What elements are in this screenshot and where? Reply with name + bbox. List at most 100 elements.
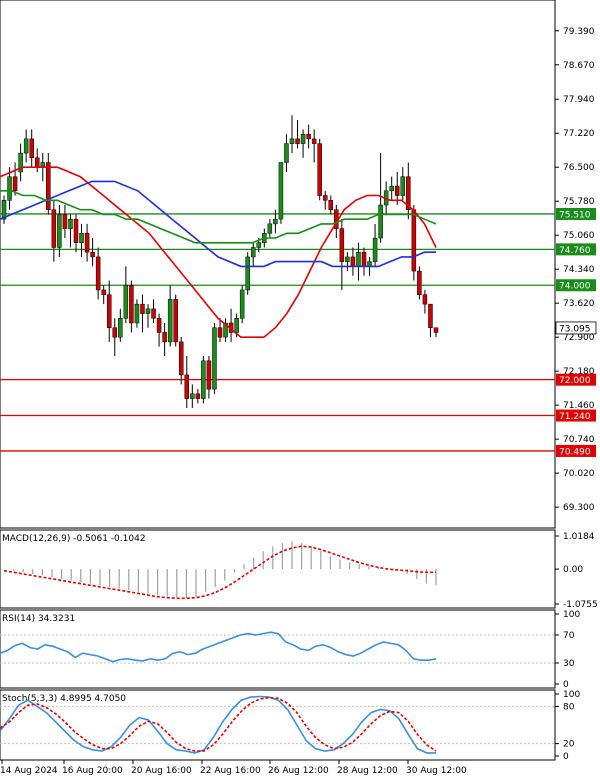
candle-body xyxy=(278,162,284,220)
pane-frame-rsi xyxy=(0,609,556,689)
candle-body xyxy=(250,247,256,258)
y-tick-label: 69.300 xyxy=(563,503,595,513)
macd-tick-label: -1.0755 xyxy=(563,600,598,610)
candle-body xyxy=(123,284,129,319)
candle-body xyxy=(433,327,439,333)
candle-body xyxy=(284,143,289,163)
candle-body xyxy=(234,318,239,333)
x-tick-label: 30 Aug 12:00 xyxy=(406,766,467,775)
stoch-tick-label: 0 xyxy=(563,752,569,762)
candle-body xyxy=(306,133,311,140)
stoch-tick-label: 100 xyxy=(563,690,580,700)
candle-body xyxy=(156,318,162,333)
candle-body xyxy=(328,200,334,210)
candle-body xyxy=(79,233,84,244)
y-tick-label: 72.900 xyxy=(563,333,595,343)
candle-body xyxy=(267,223,273,234)
candle-body xyxy=(68,218,73,229)
candle-body xyxy=(7,176,12,201)
candle-body xyxy=(12,176,18,192)
candle-body xyxy=(195,393,201,399)
y-tick-label: 75.780 xyxy=(563,197,595,207)
candle-body xyxy=(322,195,328,201)
rsi-tick-label: 70 xyxy=(563,631,575,641)
y-tick-label: 71.460 xyxy=(563,401,595,411)
level-label: 74.760 xyxy=(559,246,591,256)
candle-body xyxy=(378,204,383,239)
chart-svg: 75.510 74.760 74.000 72.000 71.240 70.490 79.… xyxy=(0,0,598,776)
y-tick-label: 78.670 xyxy=(563,61,595,71)
rsi-title: RSI(14) 34.3231 xyxy=(2,614,75,624)
level-label: 72.000 xyxy=(559,376,591,386)
candle-body xyxy=(95,256,101,291)
y-tick-label: 73.620 xyxy=(563,299,595,309)
candle-body xyxy=(106,294,112,328)
candle-body xyxy=(356,251,361,267)
macd-tick-label: 0.00 xyxy=(563,565,583,575)
macd-title: MACD(12,26,9) -0.5061 -0.1042 xyxy=(2,534,146,544)
candle-body xyxy=(73,218,79,244)
candle-body xyxy=(295,138,300,144)
candle-body xyxy=(46,162,51,210)
candle-body xyxy=(372,237,378,262)
y-tick-label: 76.500 xyxy=(563,163,595,173)
candle-body xyxy=(151,308,156,319)
candle-body xyxy=(300,133,306,144)
candle-body xyxy=(239,289,245,319)
candle-body xyxy=(145,308,151,314)
candle-body xyxy=(361,251,367,267)
candle-body xyxy=(428,303,433,328)
stoch-tick-label: 80 xyxy=(563,702,575,712)
level-label: 70.490 xyxy=(559,447,591,457)
stoch-tick-label: 20 xyxy=(563,740,575,750)
candle-body xyxy=(34,157,40,168)
candle-body xyxy=(84,233,90,253)
candle-body xyxy=(57,214,62,248)
candle-body xyxy=(190,393,195,399)
y-tick-label: 70.740 xyxy=(563,435,595,445)
candle-body xyxy=(212,327,217,390)
candle-body xyxy=(173,299,178,343)
candle-body xyxy=(62,214,68,229)
candle-body xyxy=(345,256,350,262)
candle-body xyxy=(162,332,167,343)
candle-body xyxy=(394,185,400,196)
candle-body xyxy=(422,294,428,305)
candle-body xyxy=(273,218,278,225)
candle-body xyxy=(23,138,29,154)
candle-body xyxy=(217,327,223,338)
candle-body xyxy=(140,303,145,314)
x-tick-label: 16 Aug 20:00 xyxy=(62,766,123,775)
y-tick-label: 70.020 xyxy=(563,469,595,479)
y-tick-label: 74.340 xyxy=(563,265,595,275)
y-tick-label: 77.220 xyxy=(563,129,595,139)
candle-body xyxy=(201,360,206,399)
candle-body xyxy=(178,341,184,376)
rsi-tick-label: 0 xyxy=(563,680,569,690)
candle-body xyxy=(317,143,322,196)
candle-body xyxy=(411,209,417,272)
x-tick-label: 22 Aug 16:00 xyxy=(200,766,261,775)
stoch-title: Stoch(5,3,3) 4.8995 4.7050 xyxy=(2,694,126,704)
x-tick-label: 26 Aug 12:00 xyxy=(268,766,329,775)
level-label: 75.510 xyxy=(559,210,591,220)
candle-body xyxy=(167,299,173,343)
y-tick-label: 79.390 xyxy=(563,27,595,37)
x-tick-label: 28 Aug 12:00 xyxy=(337,766,398,775)
macd-tick-label: 1.0184 xyxy=(563,532,595,542)
candle-body xyxy=(400,176,406,196)
candle-body xyxy=(311,138,317,144)
candle-body xyxy=(339,228,345,262)
candle-body xyxy=(256,242,262,248)
candle-body xyxy=(90,251,95,258)
candle-body xyxy=(112,327,118,338)
candle-body xyxy=(350,256,356,267)
candle-body xyxy=(206,360,212,390)
candle-body xyxy=(245,256,250,291)
x-tick-label: 14 Aug 2024 xyxy=(0,766,58,775)
candle-body xyxy=(51,209,57,248)
rsi-tick-label: 100 xyxy=(563,610,580,620)
candle-body xyxy=(389,185,394,192)
y-tick-label: 77.940 xyxy=(563,95,595,105)
y-tick-label: 72.180 xyxy=(563,367,595,377)
